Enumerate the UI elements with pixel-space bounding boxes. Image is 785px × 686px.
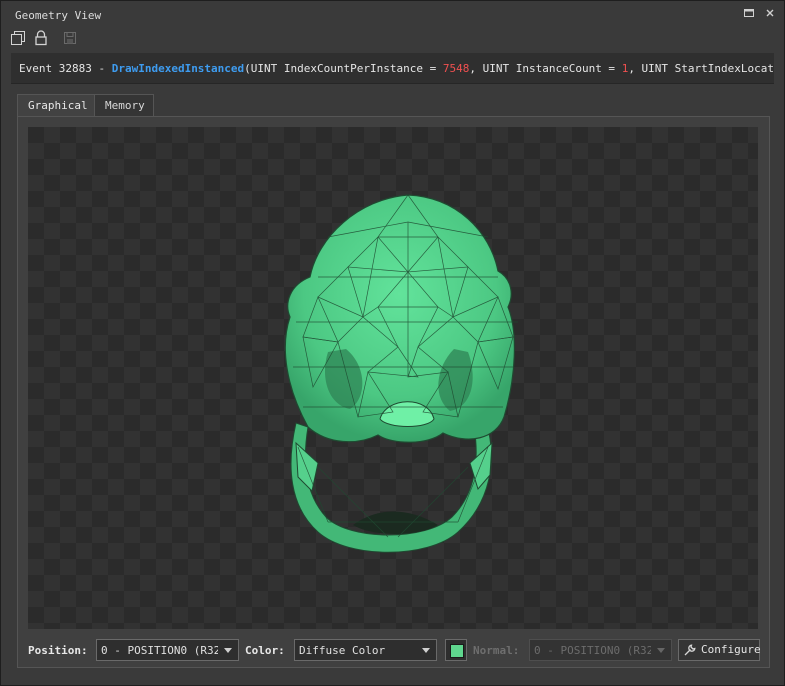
- event-description-bar: Event 32883 - DrawIndexedInstanced(UINT …: [11, 53, 774, 84]
- event-args-tail: , UINT StartIndexLocation =⋯: [628, 62, 774, 75]
- tab-graphical[interactable]: Graphical: [17, 94, 95, 118]
- color-swatch-button[interactable]: [445, 639, 467, 661]
- graphical-panel: Position: 0 - POSITION0 (R32G Color: Dif…: [17, 116, 770, 668]
- mesh-render: [284, 194, 518, 553]
- controls-row: Position: 0 - POSITION0 (R32G Color: Dif…: [28, 639, 763, 663]
- title-bar: Geometry View: [1, 1, 784, 27]
- tab-memory[interactable]: Memory: [94, 94, 154, 117]
- window-title: Geometry View: [15, 9, 102, 22]
- index-count-value: 7548: [442, 62, 470, 75]
- geometry-view-window: Geometry View Event 32883 - DrawIndexedI…: [0, 0, 785, 686]
- copy-icon[interactable]: [10, 30, 26, 46]
- chevron-down-icon: [422, 648, 430, 653]
- chevron-down-icon: [657, 648, 665, 653]
- normal-select-value: 0 - POSITION0 (R32G: [534, 644, 651, 657]
- color-swatch: [450, 644, 464, 658]
- configure-button[interactable]: Configure: [678, 639, 761, 664]
- color-select-value: Diffuse Color: [299, 644, 386, 657]
- position-select-value: 0 - POSITION0 (R32G: [101, 644, 218, 657]
- event-prefix: Event 32883 -: [19, 62, 112, 75]
- event-args-open: (UINT IndexCountPerInstance =: [244, 62, 443, 75]
- geometry-viewport[interactable]: [28, 127, 758, 629]
- normal-label: Normal:: [473, 644, 520, 657]
- save-icon: [62, 30, 78, 46]
- lock-icon[interactable]: [33, 30, 49, 46]
- position-label: Position:: [28, 644, 88, 657]
- close-icon[interactable]: [763, 7, 777, 21]
- event-function-link[interactable]: DrawIndexedInstanced: [112, 62, 244, 75]
- normal-select: 0 - POSITION0 (R32G: [529, 639, 672, 661]
- color-label: Color:: [245, 644, 285, 657]
- event-text: Event 32883 - DrawIndexedInstanced(UINT …: [19, 62, 774, 75]
- color-select[interactable]: Diffuse Color: [294, 639, 437, 661]
- chevron-down-icon: [224, 648, 232, 653]
- toolbar: [1, 27, 784, 51]
- event-args-mid: , UINT InstanceCount =: [469, 62, 622, 75]
- wrench-icon: [683, 643, 697, 664]
- position-select[interactable]: 0 - POSITION0 (R32G: [96, 639, 239, 661]
- configure-label: Configure: [701, 643, 761, 656]
- restore-window-icon[interactable]: [742, 7, 756, 21]
